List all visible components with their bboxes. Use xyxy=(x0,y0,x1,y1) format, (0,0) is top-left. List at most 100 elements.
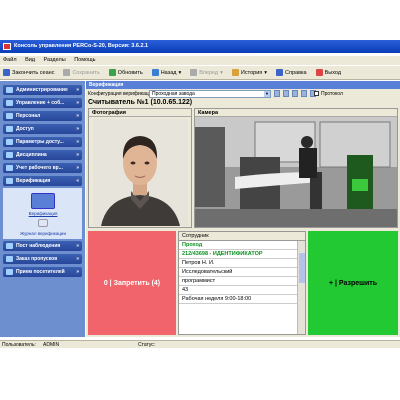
chevron-icon: » xyxy=(76,87,79,93)
sidebar-item-control[interactable]: Управление + соб...» xyxy=(3,98,82,108)
delete-icon[interactable] xyxy=(301,90,307,97)
dropdown-arrow-icon[interactable]: ▼ xyxy=(264,91,270,97)
forward-arrow-icon xyxy=(190,69,198,76)
status-user-label: Пользователь: xyxy=(2,342,36,348)
sidebar-item-discipline[interactable]: Дисциплина» xyxy=(3,150,82,160)
sidebar-sub-journal[interactable]: Журнал верификации xyxy=(7,231,79,236)
sidebar-item-access-params[interactable]: Параметры досту...» xyxy=(3,137,82,147)
menu-view[interactable]: Вид xyxy=(25,57,35,63)
camera-image xyxy=(195,117,397,227)
sidebar-item-watch-post[interactable]: Пост наблюдения» xyxy=(3,241,82,251)
refresh-button[interactable]: Обновить xyxy=(108,66,143,79)
watch-post-icon xyxy=(6,243,13,249)
exit-door-icon xyxy=(315,69,323,76)
reader-title: Считыватель №1 (10.0.65.122) xyxy=(88,99,193,106)
config-label: Конфигурация верификации: xyxy=(88,91,156,97)
refresh-icon xyxy=(108,69,116,76)
sidebar-item-administration[interactable]: Администрирование» xyxy=(3,85,82,95)
employee-row: Исследовательский xyxy=(179,268,297,277)
config-select[interactable]: Проходная завода ▼ xyxy=(149,90,271,98)
sidebar-item-timesheet[interactable]: Учет рабочего вр...» xyxy=(3,163,82,173)
copy-icon[interactable] xyxy=(292,90,298,97)
menu-file[interactable]: Файл xyxy=(3,57,17,63)
journal-icon[interactable] xyxy=(38,219,48,227)
history-button[interactable]: История ▾ xyxy=(231,66,267,79)
employee-header: Сотрудник xyxy=(179,232,305,241)
sidebar-item-staff[interactable]: Персонал» xyxy=(3,111,82,121)
verification-icon xyxy=(6,178,13,184)
employee-scrollbar[interactable] xyxy=(297,241,305,334)
camera-header: Камера xyxy=(195,109,397,117)
edit-icon[interactable] xyxy=(283,90,289,97)
save-icon xyxy=(63,69,71,76)
chevron-icon: » xyxy=(76,256,79,262)
menu-bar: Файл Вид Разделы Помощь xyxy=(0,56,400,65)
toolbar: Закончить сеанс Сохранить Обновить Назад… xyxy=(0,66,400,80)
verification-panel: Верификация Журнал верификации xyxy=(3,188,82,239)
chevron-icon: » xyxy=(76,113,79,119)
save-button[interactable]: Сохранить xyxy=(63,66,100,79)
allow-label: + | Разрешить xyxy=(328,279,377,287)
back-button[interactable]: Назад ▾ xyxy=(151,66,181,79)
menu-sections[interactable]: Разделы xyxy=(44,57,66,63)
camera-panel: Камера xyxy=(194,108,398,228)
add-icon[interactable] xyxy=(274,90,280,97)
chevron-icon: » xyxy=(76,269,79,275)
deny-label: 0 | Запретить (4) xyxy=(103,279,161,287)
employee-row: программист xyxy=(179,277,297,286)
timesheet-icon xyxy=(6,165,13,171)
admin-icon xyxy=(6,87,13,93)
allow-button[interactable]: + | Разрешить xyxy=(308,231,398,335)
employee-row: 43 xyxy=(179,286,297,295)
employee-photo xyxy=(93,119,188,226)
title-bar: Консоль управления PERCo-S-20, Версия: 3… xyxy=(0,40,400,53)
verification-sub-icon[interactable] xyxy=(31,193,55,209)
main-content: Верификация Конфигурация верификации: Пр… xyxy=(86,81,400,337)
sidebar-sub-verification[interactable]: Верификация xyxy=(7,211,79,216)
chevron-icon: » xyxy=(76,139,79,145)
scrollbar-thumb[interactable] xyxy=(299,253,305,283)
window-title: Консоль управления PERCo-S-20, Версия: 3… xyxy=(14,43,149,49)
chevron-icon: » xyxy=(76,165,79,171)
pass-order-icon xyxy=(6,256,13,262)
params-icon xyxy=(6,139,13,145)
chevron-icon: » xyxy=(76,152,79,158)
employee-row: Петров Н. И. xyxy=(179,259,297,268)
sidebar-item-visitors[interactable]: Прием посетителей» xyxy=(3,267,82,277)
content-title: Верификация xyxy=(86,81,400,89)
chevron-icon: » xyxy=(76,126,79,132)
end-session-button[interactable]: Закончить сеанс xyxy=(3,66,54,79)
config-toolbar xyxy=(274,90,316,97)
sidebar: Администрирование» Управление + соб...» … xyxy=(0,81,85,337)
chevron-up-icon: « xyxy=(76,178,79,184)
back-arrow-icon xyxy=(151,69,159,76)
deny-button[interactable]: 0 | Запретить (4) xyxy=(88,231,176,335)
access-icon xyxy=(6,126,13,132)
forward-button[interactable]: Вперед ▾ xyxy=(190,66,223,79)
chevron-icon: » xyxy=(76,100,79,106)
history-icon xyxy=(231,69,239,76)
status-bar: Пользователь: ADMIN Статус: xyxy=(0,340,400,348)
help-book-icon xyxy=(276,69,284,76)
visitors-icon xyxy=(6,269,13,275)
end-session-icon xyxy=(3,69,10,76)
employee-row: Проход xyxy=(179,241,297,250)
chevron-icon: » xyxy=(76,243,79,249)
sidebar-item-verification[interactable]: Верификация « xyxy=(3,176,82,186)
exit-button[interactable]: Выход xyxy=(315,66,341,79)
status-label: Статус: xyxy=(138,342,156,348)
photo-panel: Фотография xyxy=(88,108,192,228)
photo-header: Фотография xyxy=(89,109,191,117)
sidebar-item-access[interactable]: Доступ» xyxy=(3,124,82,134)
discipline-icon xyxy=(6,152,13,158)
sidebar-item-pass-order[interactable]: Заказ пропусков» xyxy=(3,254,82,264)
app-icon xyxy=(3,43,11,50)
status-user-value: ADMIN xyxy=(43,342,60,348)
employee-row: 212/43698 - ИДЕНТИФИКАТОР xyxy=(179,250,297,259)
help-button[interactable]: Справка xyxy=(276,66,307,79)
employee-row: Рабочая неделя 9:00-18:00 xyxy=(179,295,297,304)
checkbox-icon[interactable] xyxy=(314,91,319,96)
control-icon xyxy=(6,100,13,106)
menu-help[interactable]: Помощь xyxy=(74,57,95,63)
protocol-checkbox[interactable]: Протокол xyxy=(314,90,343,98)
